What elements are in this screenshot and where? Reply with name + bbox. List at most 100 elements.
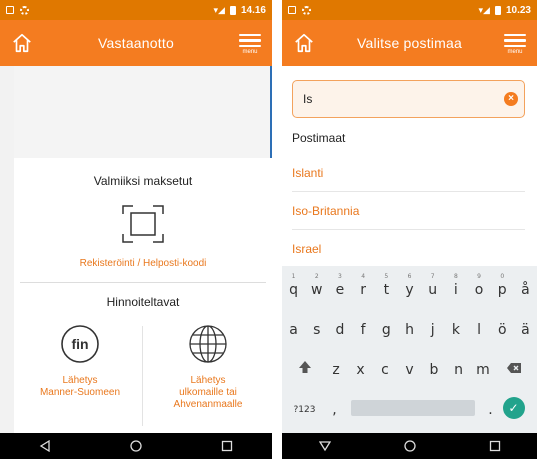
comma-key[interactable]: ,	[323, 390, 347, 426]
letter-key[interactable]: b	[422, 350, 447, 386]
phone-screen-reception: ▾◢ 14.16 Vastaanotto menu Valmiiksi maks…	[0, 0, 272, 459]
domestic-label-line1: Lähetys	[62, 375, 98, 386]
status-bar: ▾◢ 10.23	[282, 0, 537, 20]
clear-icon[interactable]: ×	[504, 92, 518, 106]
country-item[interactable]: Iso-Britannia	[292, 192, 525, 230]
nav-back-button[interactable]	[295, 433, 355, 459]
keyboard-row-4: ?123 , . ✓	[282, 390, 537, 426]
space-key-area	[347, 390, 479, 426]
key-number-hint: 9	[477, 273, 481, 280]
letter-key[interactable]: a	[282, 310, 305, 346]
nav-recents-button[interactable]	[197, 433, 257, 459]
letter-key[interactable]: c	[373, 350, 398, 386]
shift-key[interactable]	[286, 350, 324, 386]
fin-badge-icon: fin	[61, 325, 99, 363]
notification-icon	[288, 6, 296, 14]
key-number-hint: 6	[407, 273, 412, 280]
letter-key[interactable]: 2w	[305, 270, 328, 306]
letter-key[interactable]: 7u	[421, 270, 444, 306]
symbols-key[interactable]: ?123	[287, 390, 323, 426]
priced-section-title: Hinnoiteltavat	[106, 295, 180, 309]
keyboard-row-3: zxcvbnm	[282, 350, 537, 386]
letter-key[interactable]: s	[305, 310, 328, 346]
key-letter: å	[521, 282, 530, 298]
letter-key[interactable]: h	[398, 310, 421, 346]
letter-key[interactable]: 0p	[491, 270, 514, 306]
letter-key[interactable]: 6y	[398, 270, 421, 306]
enter-key[interactable]: ✓	[502, 390, 533, 426]
country-list-header: Postimaat	[292, 131, 346, 145]
letter-key[interactable]: 9o	[467, 270, 490, 306]
home-button[interactable]	[282, 20, 326, 66]
menu-button[interactable]: menu	[493, 20, 537, 66]
key-letter: q	[289, 282, 298, 298]
letter-key[interactable]: 4r	[352, 270, 375, 306]
letter-key[interactable]: 1q	[282, 270, 305, 306]
globe-icon	[189, 325, 227, 363]
country-item[interactable]: Israel	[292, 230, 525, 268]
letter-key[interactable]: k	[444, 310, 467, 346]
home-nav-icon	[130, 440, 142, 452]
domestic-label-line2: Manner-Suomeen	[39, 387, 121, 398]
letter-key[interactable]: f	[352, 310, 375, 346]
letter-key[interactable]: 8i	[444, 270, 467, 306]
letter-key[interactable]: d	[328, 310, 351, 346]
system-nav-bar	[0, 433, 272, 459]
letter-key[interactable]: v	[397, 350, 422, 386]
period-key[interactable]: .	[479, 390, 503, 426]
home-button[interactable]	[0, 20, 44, 66]
country-search-box: ×	[292, 80, 525, 118]
key-number-hint: 1	[291, 273, 296, 280]
system-nav-bar	[282, 433, 537, 459]
nav-home-button[interactable]	[106, 433, 166, 459]
key-number-hint: 4	[361, 273, 366, 280]
letter-key[interactable]: 3e	[328, 270, 351, 306]
key-letter: o	[474, 282, 484, 298]
letter-key[interactable]: x	[348, 350, 373, 386]
letter-key[interactable]: z	[324, 350, 349, 386]
home-nav-icon	[403, 440, 416, 452]
scan-frame-icon[interactable]	[121, 204, 165, 244]
back-nav-icon	[40, 440, 50, 452]
send-abroad-option[interactable]: Lähetys ulkomaille tai Ahvenanmaalle	[144, 324, 272, 411]
nav-home-button[interactable]	[380, 433, 440, 459]
nav-recents-button[interactable]	[465, 433, 525, 459]
backspace-key[interactable]	[495, 350, 533, 386]
key-letter: w	[311, 282, 323, 298]
send-domestic-option[interactable]: fin Lähetys Manner-Suomeen	[16, 324, 144, 399]
registration-code-link[interactable]: Rekisteröinti / Helposti-koodi	[14, 258, 272, 269]
menu-button[interactable]: menu	[228, 20, 272, 66]
abroad-label-line1: Lähetys	[190, 375, 226, 386]
key-letter: t	[383, 282, 390, 298]
prepaid-section-title: Valmiiksi maksetut	[93, 174, 193, 188]
letter-key[interactable]: n	[446, 350, 471, 386]
recents-nav-icon	[489, 440, 500, 452]
nav-back-button[interactable]	[15, 433, 75, 459]
hamburger-menu-icon	[504, 31, 526, 51]
status-time: 10.23	[505, 4, 531, 16]
back-nav-icon	[318, 441, 331, 452]
letter-key[interactable]: å	[514, 270, 537, 306]
letter-key[interactable]: ä	[514, 310, 537, 346]
keyboard-row-2: asdfghjklöä	[282, 310, 537, 346]
app-bar: Vastaanotto menu	[0, 20, 272, 66]
abroad-label-line3: Ahvenanmaalle	[173, 399, 243, 410]
letter-key[interactable]: 5t	[375, 270, 398, 306]
shift-icon	[298, 361, 311, 373]
country-search-input[interactable]	[303, 92, 504, 106]
space-key[interactable]	[350, 400, 475, 416]
letter-key[interactable]: ö	[491, 310, 514, 346]
page-title: Valitse postimaa	[357, 35, 462, 51]
country-item[interactable]: Islanti	[292, 154, 525, 192]
soft-keyboard: 1q2w3e4r5t6y7u8i9o0på asdfghjklöä zxcvbn…	[282, 266, 537, 433]
key-letter: p	[497, 282, 507, 298]
page-title: Vastaanotto	[98, 35, 174, 51]
settings-notification-icon	[302, 5, 311, 15]
abroad-label-line2: ulkomaille tai	[179, 387, 237, 398]
letter-key[interactable]: l	[467, 310, 490, 346]
app-bar: Valitse postimaa menu	[282, 20, 537, 66]
letter-key[interactable]: j	[421, 310, 444, 346]
letter-key[interactable]: g	[375, 310, 398, 346]
recents-nav-icon	[221, 440, 232, 452]
letter-key[interactable]: m	[471, 350, 496, 386]
